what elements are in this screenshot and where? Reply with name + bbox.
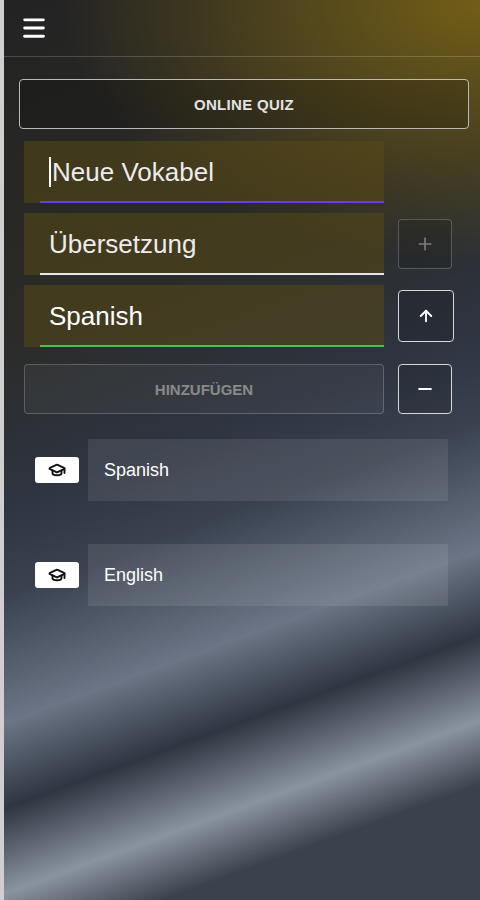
field-value: Spanish: [49, 301, 143, 332]
up-button[interactable]: [398, 290, 454, 342]
arrow-up-icon: [417, 307, 435, 325]
quiz-badge[interactable]: [35, 562, 79, 588]
top-bar: [4, 0, 480, 57]
field-placeholder: Neue Vokabel: [52, 157, 214, 188]
list-item[interactable]: Spanish: [88, 439, 448, 501]
text-caret: [49, 157, 51, 187]
graduation-cap-icon: [48, 566, 66, 584]
graduation-cap-icon: [48, 461, 66, 479]
main-content: ONLINE QUIZ Neue Vokabel Übersetzung Spanis…: [4, 57, 480, 606]
vocab-lists: Spanish English: [19, 439, 469, 606]
hamburger-icon: [20, 14, 48, 42]
list-item[interactable]: English: [88, 544, 448, 606]
list-row: Spanish: [19, 439, 469, 501]
side-cell: [398, 364, 454, 414]
quiz-badge[interactable]: [35, 457, 79, 483]
minus-icon: [415, 379, 435, 399]
app-screen: ONLINE QUIZ Neue Vokabel Übersetzung Spanis…: [0, 0, 480, 900]
field-placeholder: Übersetzung: [49, 229, 196, 260]
online-quiz-button[interactable]: ONLINE QUIZ: [19, 79, 469, 129]
remove-button[interactable]: [398, 364, 452, 414]
menu-button[interactable]: [19, 13, 49, 43]
text-field[interactable]: Neue Vokabel: [24, 141, 384, 203]
add-button: [398, 219, 452, 269]
list-row: English: [19, 544, 469, 606]
add-vocab-button: HINZUFÜGEN: [24, 364, 384, 414]
vocab-form: Neue Vokabel Übersetzung Spanish HINZUFÜGEN: [24, 141, 469, 414]
plus-icon: [415, 234, 435, 254]
text-field[interactable]: Spanish: [24, 285, 384, 347]
text-field[interactable]: Übersetzung: [24, 213, 384, 275]
